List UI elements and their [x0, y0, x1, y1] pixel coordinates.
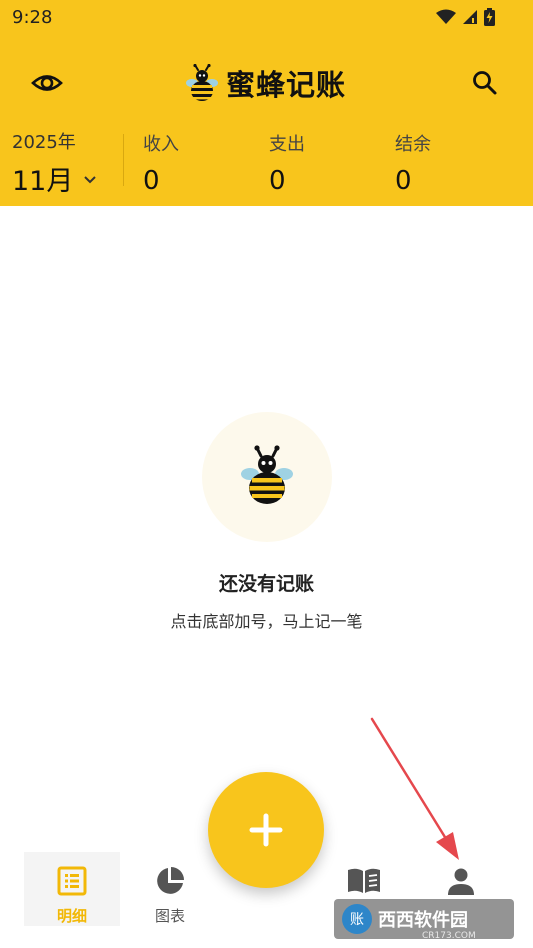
book-icon — [348, 868, 380, 893]
search-icon — [473, 71, 497, 95]
header-divider — [123, 134, 124, 186]
app-title-text: 蜜蜂记账 — [226, 68, 347, 102]
empty-state-subtitle: 点击底部加号，马上记一笔 — [170, 612, 363, 631]
empty-state: 还没有记账 点击底部加号，马上记一笔 — [0, 412, 533, 632]
bee-icon — [240, 445, 293, 504]
plus-icon — [249, 813, 283, 847]
period-selector[interactable]: 2025年 11月 — [12, 128, 97, 198]
pie-chart-icon — [157, 867, 184, 894]
bee-logo-icon — [186, 64, 218, 101]
visibility-toggle-button[interactable] — [30, 66, 64, 100]
tab-details-label: 明细 — [56, 907, 87, 925]
income-label: 收入 — [143, 134, 179, 155]
battery-icon — [484, 8, 495, 26]
search-button[interactable] — [470, 68, 500, 98]
watermark-logo: 账 — [342, 904, 372, 934]
income-value: 0 — [143, 166, 160, 196]
status-time: 9:28 — [12, 7, 53, 28]
chevron-down-icon[interactable] — [83, 175, 97, 185]
expense-value: 0 — [269, 166, 286, 196]
balance-label: 结余 — [395, 134, 431, 155]
status-bar: 9:28 — [0, 0, 533, 36]
empty-state-circle — [201, 412, 332, 542]
tab-charts-label: 图表 — [154, 907, 185, 925]
signal-icon — [463, 10, 477, 24]
balance-value: 0 — [395, 166, 412, 196]
empty-state-title: 还没有记账 — [218, 573, 314, 595]
add-record-button[interactable] — [208, 772, 324, 888]
list-icon — [57, 866, 87, 896]
eye-icon — [31, 75, 63, 91]
expense-label: 支出 — [269, 134, 305, 155]
tab-details[interactable]: 明细 — [24, 852, 120, 926]
period-year: 2025年 — [12, 132, 76, 153]
header-bar: 9:28 蜜蜂记账 2025年 11月 收入 0 支出 0 结余 0 — [0, 0, 533, 206]
tab-charts[interactable]: 图表 — [122, 852, 218, 926]
status-icons — [436, 8, 495, 26]
watermark-url: CR173.COM — [422, 931, 476, 941]
balance-stat: 结余 0 — [395, 130, 431, 196]
app-title: 蜜蜂记账 — [186, 62, 346, 104]
income-stat: 收入 0 — [143, 130, 179, 196]
expense-stat: 支出 0 — [269, 130, 305, 196]
period-month-row[interactable]: 11月 — [12, 159, 97, 198]
wifi-icon — [436, 9, 456, 24]
person-icon — [448, 868, 474, 895]
watermark-text: 西西软件园 — [378, 910, 468, 931]
period-month: 11月 — [12, 166, 74, 197]
